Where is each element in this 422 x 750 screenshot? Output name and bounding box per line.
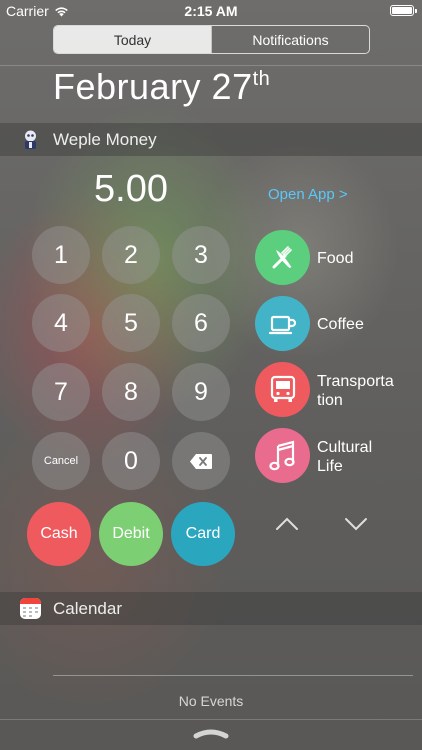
keypad-1[interactable]: 1 xyxy=(32,226,90,284)
category-transportation-label: Transporta tion xyxy=(317,373,394,409)
keypad-0[interactable]: 0 xyxy=(102,432,160,490)
cash-button[interactable]: Cash xyxy=(27,502,91,566)
bus-icon xyxy=(270,375,295,402)
status-bar: Carrier 2:15 AM xyxy=(0,0,422,22)
no-events-label: No Events xyxy=(178,693,244,709)
category-food-button[interactable] xyxy=(255,230,310,285)
debit-button[interactable]: Debit xyxy=(99,502,163,566)
category-transportation-button[interactable] xyxy=(255,362,310,417)
chevron-down-icon[interactable] xyxy=(344,516,368,532)
category-cultural-life-label: Cultural Life xyxy=(317,439,373,475)
battery-icon xyxy=(390,5,417,16)
tab-notifications[interactable]: Notifications xyxy=(211,26,369,53)
chevron-up-icon[interactable] xyxy=(275,516,299,532)
grabber-handle-icon[interactable] xyxy=(193,727,229,739)
divider xyxy=(53,675,413,676)
card-button[interactable]: Card xyxy=(171,502,235,566)
keypad-8[interactable]: 8 xyxy=(102,363,160,421)
today-notifications-segmented-control: Today Notifications xyxy=(53,25,370,54)
weple-mascot-icon xyxy=(25,130,36,149)
battery-fill xyxy=(392,7,412,14)
calendar-title: Calendar xyxy=(53,598,122,618)
category-coffee-label: Coffee xyxy=(317,316,364,333)
weple-money-app-icon xyxy=(20,129,41,150)
calendar-icon xyxy=(20,598,41,617)
calendar-app-icon xyxy=(20,598,41,619)
music-note-icon xyxy=(268,440,295,470)
category-cultural-life-button[interactable] xyxy=(255,428,310,483)
date-suffix: th xyxy=(252,68,271,90)
divider xyxy=(0,719,422,720)
category-food-label: Food xyxy=(317,250,354,267)
keypad-backspace-button[interactable] xyxy=(172,432,230,490)
keypad-2[interactable]: 2 xyxy=(102,226,160,284)
keypad-4[interactable]: 4 xyxy=(32,294,90,352)
keypad-6[interactable]: 6 xyxy=(172,294,230,352)
keypad-cancel-button[interactable]: Cancel xyxy=(32,432,90,490)
coffee-cup-icon xyxy=(268,315,296,334)
battery-tip xyxy=(415,9,417,13)
date-main: February 27 xyxy=(53,66,253,107)
category-coffee-button[interactable] xyxy=(255,296,310,351)
amount-display: 5.00 xyxy=(94,168,168,210)
open-app-link[interactable]: Open App > xyxy=(268,186,348,203)
keypad-3[interactable]: 3 xyxy=(172,226,230,284)
keypad-9[interactable]: 9 xyxy=(172,363,230,421)
status-time: 2:15 AM xyxy=(184,3,238,19)
weple-money-header[interactable]: Weple Money xyxy=(0,123,422,156)
keypad-5[interactable]: 5 xyxy=(102,294,160,352)
tab-today[interactable]: Today xyxy=(54,26,211,53)
date-heading: February 27th xyxy=(53,66,270,108)
keypad-7[interactable]: 7 xyxy=(32,363,90,421)
calendar-header[interactable]: Calendar xyxy=(0,592,422,625)
weple-money-title: Weple Money xyxy=(53,129,157,149)
fork-knife-icon xyxy=(272,245,292,268)
backspace-icon xyxy=(190,453,212,469)
